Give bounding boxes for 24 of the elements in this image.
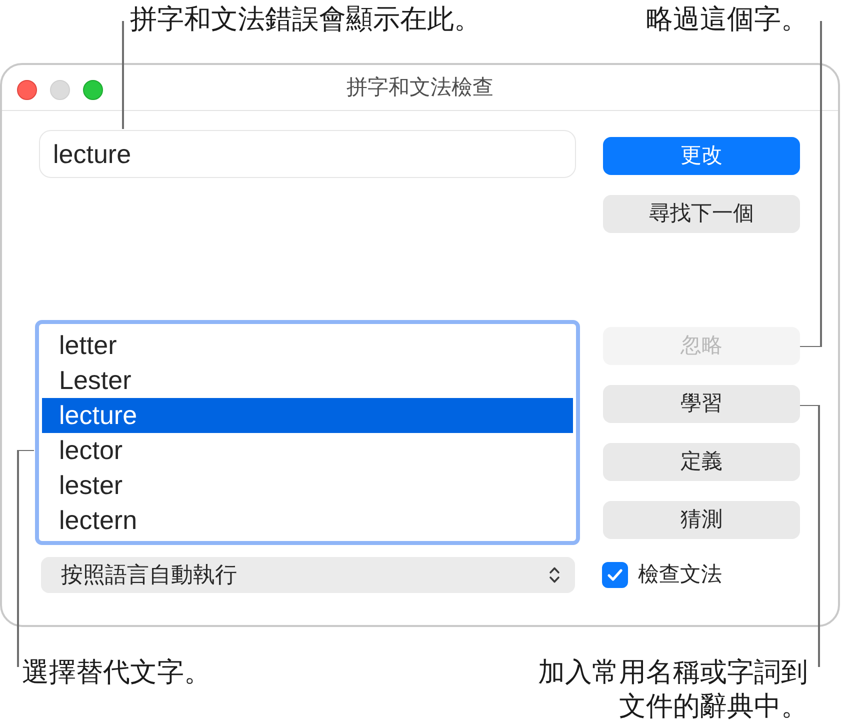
callout-text: 加入常用名稱或字詞到文件的辭典中。 bbox=[537, 656, 808, 723]
action-button[interactable]: 學習 bbox=[603, 385, 800, 423]
suggestion-item[interactable]: lecture bbox=[42, 398, 573, 433]
suggestion-item[interactable]: lester bbox=[42, 468, 573, 503]
language-popup[interactable]: 按照語言自動執行 bbox=[41, 557, 575, 593]
action-button[interactable]: 更改 bbox=[603, 137, 800, 175]
callout-text: 略過這個字。 bbox=[646, 3, 808, 36]
action-button[interactable]: 尋找下一個 bbox=[603, 195, 800, 233]
suggestion-item[interactable]: lectern bbox=[42, 503, 573, 538]
suggestion-item[interactable]: lector bbox=[42, 433, 573, 468]
close-button[interactable] bbox=[17, 80, 37, 100]
checkbox-label[interactable]: 檢查文法 bbox=[638, 562, 722, 588]
action-button[interactable]: 定義 bbox=[603, 443, 800, 481]
chevron-up-down-icon bbox=[549, 566, 560, 584]
grammar-checkbox[interactable] bbox=[602, 562, 628, 588]
checkmark-icon bbox=[607, 568, 623, 582]
suggestion-item[interactable]: letter bbox=[42, 328, 573, 363]
callout-text: 選擇替代文字。 bbox=[22, 656, 211, 689]
action-button[interactable]: 猜測 bbox=[603, 501, 800, 539]
window-title: 拼字和文法檢查 bbox=[346, 74, 494, 100]
callout-text: 拼字和文法錯誤會顯示在此。 bbox=[130, 3, 481, 36]
word-field[interactable]: lecture bbox=[39, 130, 576, 178]
zoom-button[interactable] bbox=[83, 80, 103, 100]
suggestion-item[interactable]: Lester bbox=[42, 363, 573, 398]
